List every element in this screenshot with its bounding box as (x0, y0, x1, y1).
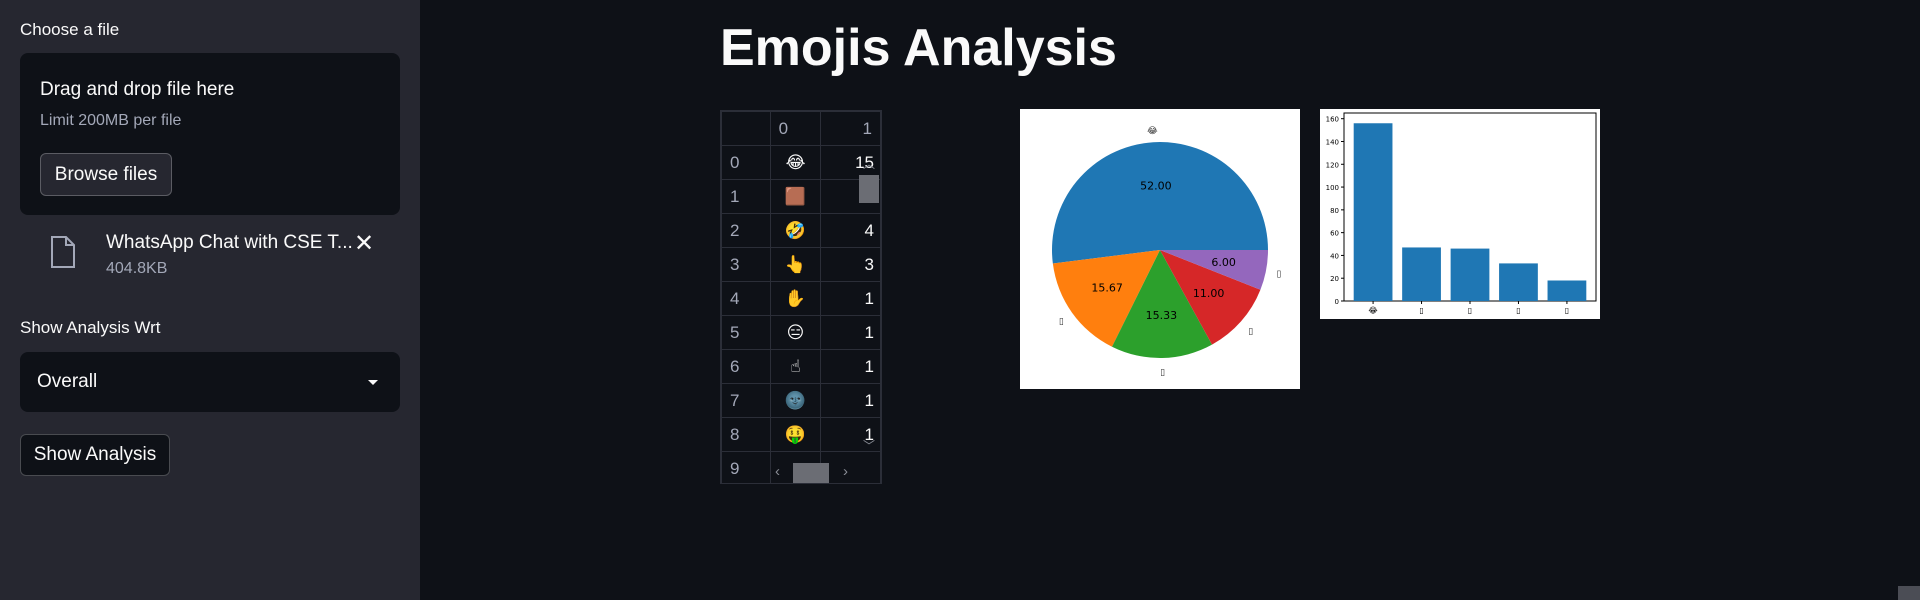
row-index: 4 (721, 281, 771, 316)
chevron-right-icon[interactable]: › (843, 463, 848, 480)
row-index: 2 (721, 213, 771, 248)
pie-value-label: 11.00 (1193, 287, 1225, 300)
select-value: Overall (37, 371, 98, 392)
emoji-cell[interactable]: 🤑 (769, 417, 822, 452)
x-tick-label: ▯ (1419, 306, 1423, 315)
table-row[interactable]: 0 😂 15 (721, 145, 881, 180)
file-size: 404.8KB (106, 260, 168, 277)
row-index: 9 (721, 451, 771, 483)
row-index: 1 (721, 179, 771, 214)
emoji-cell[interactable]: ✋ (769, 281, 822, 316)
y-tick-label: 140 (1326, 138, 1339, 146)
table-row[interactable]: 8 🤑 1 (721, 417, 881, 452)
table-header-row: 0 1 (721, 111, 881, 146)
bar (1499, 263, 1538, 301)
x-tick-label: ▯ (1565, 306, 1569, 315)
table-row[interactable]: 4 ✋ 1 (721, 281, 881, 316)
table-row[interactable]: 2 🤣 4 (721, 213, 881, 248)
row-index: 8 (721, 417, 771, 452)
pie-value-label: 15.67 (1091, 282, 1123, 295)
pie-category-label: ▯ (1248, 327, 1253, 337)
page-title: Emojis Analysis (720, 19, 1117, 77)
table-row[interactable]: 7 🌚 1 (721, 383, 881, 418)
browse-files-button[interactable]: Browse files (40, 153, 172, 196)
scrollbar-thumb[interactable] (793, 463, 829, 483)
row-index: 7 (721, 383, 771, 418)
emoji-dataframe[interactable]: 0 1 0😂151🟫42🤣43👆34✋15😑16☝17🌚18🤑19 ︿ ﹀ ‹ … (720, 110, 882, 484)
y-tick-label: 100 (1326, 184, 1339, 192)
emoji-cell[interactable]: 😑 (769, 315, 822, 350)
bar (1450, 248, 1490, 301)
dropzone-title: Drag and drop file here (40, 79, 235, 100)
chevron-down-icon[interactable]: ﹀ (863, 437, 875, 454)
row-index: 6 (721, 349, 771, 384)
show-analysis-button[interactable]: Show Analysis (20, 434, 170, 476)
select-label: Show Analysis Wrt (20, 318, 161, 337)
pie-value-label: 52.00 (1140, 179, 1172, 192)
emoji-cell[interactable]: 🟫 (769, 179, 822, 214)
index-header (721, 111, 771, 146)
vertical-scrollbar[interactable]: ︿ ﹀ (859, 149, 879, 459)
bar (1402, 247, 1441, 301)
table-row[interactable]: 5 😑 1 (721, 315, 881, 350)
corner-indicator (1898, 586, 1920, 600)
emoji-cell[interactable]: 🤣 (769, 213, 822, 248)
emoji-cell[interactable]: 😂 (769, 145, 822, 180)
y-tick-label: 160 (1326, 116, 1339, 124)
bar-chart-svg: 0 20 40 60 80 100 120 140 160 😂 ▯ ▯ ▯ ▯ (1326, 112, 1597, 315)
file-icon (51, 236, 75, 268)
column-header[interactable]: 1 (820, 111, 881, 146)
emoji-pie-chart: 52.00 😂 15.67 ▯ 15.33 ▯ 11.00 ▯ 6.00 ▯ (1020, 109, 1300, 389)
chevron-up-icon[interactable]: ︿ (863, 155, 875, 172)
pie-value-label: 6.00 (1211, 256, 1236, 269)
emoji-cell[interactable]: 👆 (769, 247, 822, 282)
horizontal-scrollbar[interactable]: ‹ › (773, 461, 881, 483)
pie-chart-svg: 52.00 😂 15.67 ▯ 15.33 ▯ 11.00 ▯ 6.00 ▯ (1052, 125, 1281, 378)
upload-label: Choose a file (20, 20, 120, 39)
y-tick-label: 20 (1330, 275, 1339, 283)
pie-value-label: 15.33 (1146, 309, 1178, 322)
pie-category-label: ▯ (1160, 368, 1165, 378)
sidebar: Choose a file Drag and drop file here Li… (0, 0, 420, 600)
pie-slice (1052, 142, 1268, 264)
bar (1353, 123, 1393, 301)
row-index: 0 (721, 145, 771, 180)
y-tick-label: 0 (1335, 298, 1339, 306)
y-tick-label: 40 (1330, 252, 1339, 260)
emoji-cell[interactable]: 🌚 (769, 383, 822, 418)
y-tick-label: 80 (1330, 207, 1339, 215)
pie-category-label: 😂 (1147, 125, 1158, 136)
table-row[interactable]: 6 ☝ 1 (721, 349, 881, 384)
emoji-cell[interactable]: ☝ (769, 349, 822, 384)
y-tick-label: 60 (1330, 230, 1339, 238)
x-tick-label: ▯ (1468, 306, 1472, 315)
file-dropzone[interactable]: Drag and drop file here Limit 200MB per … (20, 53, 400, 215)
bar (1547, 280, 1587, 301)
x-tick-label: 😂 (1368, 306, 1377, 315)
uploaded-file: WhatsApp Chat with CSE T... 404.8KB ✕ (20, 228, 400, 288)
table-row[interactable]: 1🟫4 (721, 179, 881, 214)
pie-category-label: ▯ (1276, 270, 1281, 280)
analysis-user-select[interactable]: Overall (20, 352, 400, 412)
y-tick-label: 120 (1326, 161, 1339, 169)
chevron-left-icon[interactable]: ‹ (775, 463, 780, 480)
chevron-down-icon (368, 380, 378, 385)
row-index: 5 (721, 315, 771, 350)
scrollbar-thumb[interactable] (859, 175, 879, 203)
dropzone-limit: Limit 200MB per file (40, 112, 182, 129)
column-header[interactable]: 0 (769, 111, 822, 146)
emoji-bar-chart: 0 20 40 60 80 100 120 140 160 😂 ▯ ▯ ▯ ▯ (1320, 109, 1600, 319)
file-name: WhatsApp Chat with CSE T... (106, 232, 353, 253)
row-index: 3 (721, 247, 771, 282)
x-tick-label: ▯ (1516, 306, 1520, 315)
pie-category-label: ▯ (1059, 317, 1064, 327)
table-row[interactable]: 3 👆 3 (721, 247, 881, 282)
remove-file-close-icon[interactable]: ✕ (354, 232, 374, 256)
